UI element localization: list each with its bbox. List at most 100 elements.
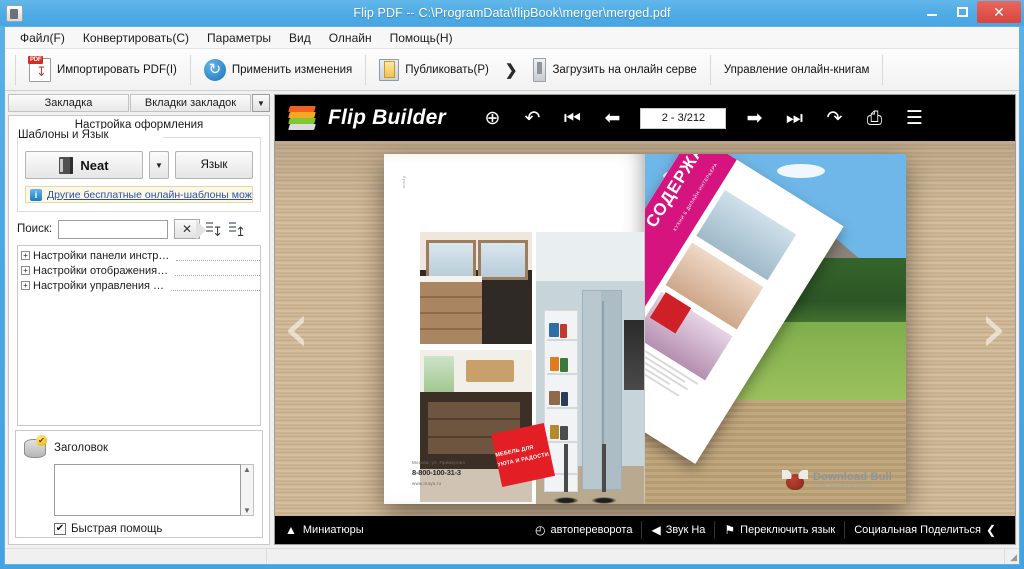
- quick-help-box: Заголовок ▲ ▼ ✔ Быстрая помощь: [15, 430, 263, 538]
- flip-builder-icon: [289, 106, 319, 131]
- online-templates-link[interactable]: Другие бесплатные онлайн-шаблоны можно н: [47, 189, 253, 201]
- status-cell-left: [5, 549, 267, 564]
- refresh-icon: [204, 59, 226, 81]
- template-select-button[interactable]: Neat: [25, 151, 143, 179]
- expander-icon[interactable]: +: [21, 281, 30, 290]
- main-toolbar: Импортировать PDF(I) Применить изменения…: [5, 49, 1019, 91]
- footer-address: Москва, ул. Примерная: [412, 459, 465, 467]
- toolbar-separator: [882, 55, 883, 85]
- publish-icon: [379, 59, 399, 81]
- status-actions: ◴ автопереворота ◀ Звук На ⚑ Переключить…: [526, 521, 1005, 539]
- flipbook-status-bar: ▲ Миниатюры ◴ автопереворота ◀ Звук На: [275, 516, 1015, 544]
- collapse-all-icon[interactable]: ↥: [229, 221, 246, 238]
- template-row: Neat ▼ Язык: [25, 151, 253, 179]
- zoom-in-icon[interactable]: ⊕: [480, 106, 504, 130]
- window-controls: ✕: [917, 0, 1024, 26]
- menu-file[interactable]: Файл(F): [11, 28, 74, 48]
- close-button[interactable]: ✕: [977, 1, 1021, 23]
- page-margin-text: Кухни: [398, 176, 407, 189]
- last-page-icon[interactable]: ⏭: [782, 106, 806, 130]
- scroll-down-icon[interactable]: ▼: [243, 506, 251, 515]
- tree-dots: [171, 281, 260, 291]
- book-page-left[interactable]: Кухни: [384, 154, 645, 504]
- chevron-down-icon[interactable]: ▼: [252, 94, 270, 112]
- autoflip-button[interactable]: ◴ автопереворота: [526, 521, 641, 539]
- thumbnails-button[interactable]: ▲ Миниатюры: [285, 524, 364, 536]
- quick-help-textarea[interactable]: [54, 464, 241, 516]
- menu-bar: Файл(F) Конвертировать(C) Параметры Вид …: [5, 27, 1019, 49]
- toolbar-separator: [710, 55, 711, 85]
- tab-bookmark[interactable]: Закладка: [8, 94, 129, 112]
- language-button[interactable]: Язык: [175, 151, 253, 179]
- tab-bookmark-tabs[interactable]: Вкладки закладок: [130, 94, 251, 112]
- print-icon[interactable]: ⎙: [862, 106, 886, 130]
- redo-icon[interactable]: ↷: [822, 106, 846, 130]
- bull-icon: [782, 470, 808, 492]
- promo-badge: МЕБЕЛЬ ДЛЯ УЮТА И РАДОСТИ: [491, 422, 555, 486]
- menu-view[interactable]: Вид: [280, 28, 320, 48]
- template-name: Neat: [80, 158, 108, 173]
- sound-button[interactable]: ◀ Звук На: [641, 521, 714, 539]
- upload-online-button[interactable]: Загрузить на онлайн серве: [524, 53, 705, 87]
- download-bull-watermark: Download Bull Free Software Store: [782, 470, 892, 492]
- tree-item-label: Настройки управления …: [33, 280, 168, 292]
- apply-changes-button[interactable]: Применить изменения: [195, 53, 361, 87]
- search-input[interactable]: [58, 220, 168, 239]
- group-title: Шаблоны и Язык: [18, 129, 115, 141]
- footer-phone: 8-800-100-31-3: [412, 467, 465, 480]
- footer-site: www.maya.ru: [412, 480, 465, 488]
- database-check-icon: [24, 437, 46, 459]
- expander-icon[interactable]: +: [21, 266, 30, 275]
- scroll-up-icon[interactable]: ▲: [243, 465, 251, 474]
- menu-icon[interactable]: ☰: [902, 106, 926, 130]
- tree-item-display-settings[interactable]: + Настройки отображения…: [18, 263, 260, 278]
- templates-and-language-group: Шаблоны и Язык Neat ▼ Язык i Другие бесп: [17, 137, 261, 212]
- tree-item-toolbar-settings[interactable]: + Настройки панели инстр…: [18, 248, 260, 263]
- flipbook-navigation: ⊕ ↶ ⏮ ⬅ 2 - 3/212 ➡ ⏭ ↷ ⎙ ☰: [406, 106, 1001, 130]
- apply-changes-label: Применить изменения: [232, 64, 352, 76]
- book-page-right[interactable]: СОДЕРЖА КУХНИ Б ДИЗАЙН ИНТЕРЬЕРА: [645, 154, 906, 504]
- next-page-icon[interactable]: ➡: [742, 106, 766, 130]
- toolbar-separator: [190, 55, 191, 85]
- undo-icon[interactable]: ↶: [520, 106, 544, 130]
- quick-help-scrollbar[interactable]: ▲ ▼: [241, 464, 254, 516]
- minimize-button[interactable]: [917, 1, 947, 23]
- next-page-chevron[interactable]: ›: [980, 305, 1007, 353]
- flipbook-stage: ‹ › Кухни: [275, 141, 1015, 516]
- chevron-right-icon[interactable]: ❯: [498, 61, 525, 79]
- first-page-icon[interactable]: ⏮: [560, 106, 584, 130]
- social-share-label: Социальная Поделиться: [854, 524, 981, 536]
- menu-help[interactable]: Помощь(H): [381, 28, 462, 48]
- tree-dots: [175, 266, 260, 276]
- maximize-button[interactable]: [947, 1, 977, 23]
- quick-help-checkbox-row[interactable]: ✔ Быстрая помощь: [54, 523, 254, 535]
- clear-search-button[interactable]: ✕: [174, 219, 200, 239]
- settings-panel: Закладка Вкладки закладок ▼ Настройка оф…: [8, 94, 270, 545]
- expander-icon[interactable]: +: [21, 251, 30, 260]
- resize-grip[interactable]: ◢: [1005, 550, 1019, 564]
- previous-page-icon[interactable]: ⬅: [600, 106, 624, 130]
- page-indicator[interactable]: 2 - 3/212: [640, 108, 726, 129]
- quick-help-header: Заголовок: [24, 437, 254, 459]
- social-share-button[interactable]: Социальная Поделиться ❮: [844, 521, 1005, 539]
- flip-pdf-icon: [6, 5, 23, 22]
- menu-online[interactable]: Олнайн: [320, 28, 381, 48]
- publish-label: Публиковать(P): [405, 64, 489, 76]
- group-divider: [163, 137, 260, 138]
- upload-online-label: Загрузить на онлайн серве: [552, 64, 696, 76]
- manage-online-button[interactable]: Управление онлайн-книгам: [715, 53, 879, 87]
- expand-all-icon[interactable]: ↧: [206, 221, 223, 238]
- tree-item-label: Настройки панели инстр…: [33, 250, 173, 262]
- previous-page-chevron[interactable]: ‹: [283, 305, 310, 353]
- quick-help-checkbox[interactable]: ✔: [54, 523, 66, 535]
- import-pdf-button[interactable]: Импортировать PDF(I): [20, 53, 186, 87]
- menu-options[interactable]: Параметры: [198, 28, 280, 48]
- template-dropdown-button[interactable]: ▼: [149, 151, 169, 179]
- tree-item-control-settings[interactable]: + Настройки управления …: [18, 278, 260, 293]
- switch-language-button[interactable]: ⚑ Переключить язык: [714, 521, 844, 539]
- client-area: Файл(F) Конвертировать(C) Параметры Вид …: [4, 26, 1020, 565]
- menu-convert[interactable]: Конвертировать(C): [74, 28, 198, 48]
- quick-help-label: Быстрая помощь: [71, 523, 162, 535]
- publish-button[interactable]: Публиковать(P): [370, 53, 498, 87]
- stool: [552, 444, 580, 504]
